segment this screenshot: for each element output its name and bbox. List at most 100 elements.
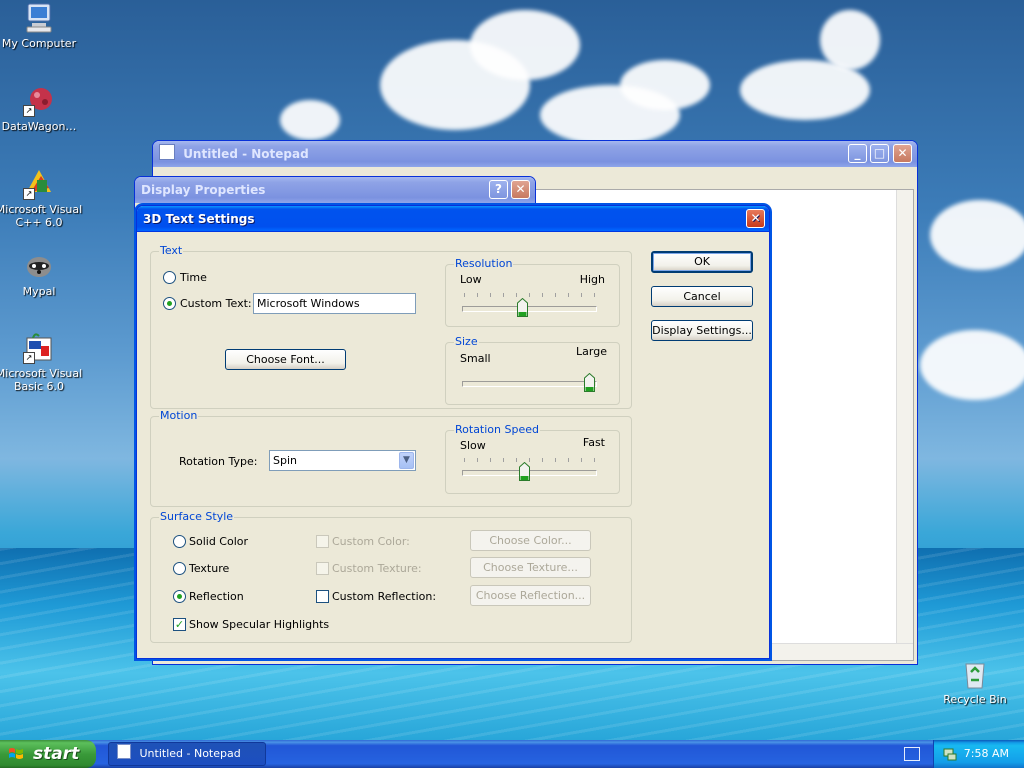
motion-group: Motion Rotation Type: Spin ▼ Rotation Sp… bbox=[150, 409, 632, 507]
desktop: My Computer ↗ DataWagon… ↗ Microsoft Vis… bbox=[0, 0, 1024, 740]
close-button[interactable]: ✕ bbox=[511, 180, 530, 199]
desktop-icon-mypal[interactable]: Mypal bbox=[0, 250, 84, 298]
desktop-icon-recycle-bin[interactable]: Recycle Bin bbox=[930, 658, 1020, 706]
custom-color-label: Custom Color: bbox=[332, 535, 410, 548]
time-radio[interactable] bbox=[163, 271, 176, 284]
time-label: Time bbox=[180, 271, 207, 284]
show-specular-highlights-label: Show Specular Highlights bbox=[189, 618, 330, 631]
3d-text-settings-dialog[interactable]: 3D Text Settings ✕ Text Time Custom Text… bbox=[136, 205, 770, 659]
ok-button[interactable]: OK bbox=[651, 251, 753, 273]
desktop-icon-label: My Computer bbox=[1, 37, 77, 50]
reflection-radio[interactable] bbox=[173, 590, 186, 603]
clock[interactable]: 7:58 AM bbox=[964, 747, 1009, 760]
choose-color-button[interactable]: Choose Color... bbox=[470, 530, 591, 551]
datawagon-icon: ↗ bbox=[23, 85, 55, 117]
choose-font-button[interactable]: Choose Font... bbox=[225, 349, 346, 370]
cloud bbox=[470, 10, 580, 80]
computer-icon bbox=[23, 2, 55, 34]
cloud bbox=[820, 10, 880, 70]
size-small-label: Small bbox=[460, 352, 491, 365]
size-slider-thumb[interactable] bbox=[584, 372, 595, 392]
resolution-track bbox=[462, 306, 597, 312]
desktop-icon-my-computer[interactable]: My Computer bbox=[0, 2, 84, 50]
solid-color-label: Solid Color bbox=[189, 535, 249, 548]
minimize-button[interactable]: _ bbox=[848, 144, 867, 163]
surface-style-legend: Surface Style bbox=[159, 510, 235, 523]
vertical-scrollbar[interactable] bbox=[896, 190, 913, 644]
start-button[interactable]: start bbox=[0, 740, 96, 768]
custom-texture-checkbox[interactable] bbox=[316, 562, 329, 575]
notepad-icon bbox=[117, 744, 131, 759]
cancel-button[interactable]: Cancel bbox=[651, 286, 753, 307]
shortcut-arrow-icon: ↗ bbox=[23, 188, 35, 200]
custom-text-radio[interactable] bbox=[163, 297, 176, 310]
taskbar: start Untitled - Notepad 7:58 AM bbox=[0, 740, 1024, 768]
custom-text-label: Custom Text: bbox=[180, 297, 252, 310]
custom-reflection-checkbox[interactable] bbox=[316, 590, 329, 603]
notepad-icon bbox=[159, 144, 175, 160]
rotation-speed-fast-label: Fast bbox=[582, 436, 605, 449]
start-label: start bbox=[33, 744, 80, 764]
chevron-down-icon[interactable]: ▼ bbox=[399, 452, 414, 469]
visual-basic-icon: ↗ bbox=[23, 332, 55, 364]
display-properties-titlebar[interactable]: Display Properties ? ✕ bbox=[135, 177, 535, 203]
custom-texture-label: Custom Texture: bbox=[332, 562, 422, 575]
dialog-titlebar[interactable]: 3D Text Settings ✕ bbox=[137, 206, 769, 232]
size-legend: Size bbox=[454, 335, 479, 348]
custom-color-checkbox[interactable] bbox=[316, 535, 329, 548]
maximize-button[interactable]: □ bbox=[870, 144, 889, 163]
size-large-label: Large bbox=[576, 345, 607, 358]
cloud bbox=[930, 200, 1024, 270]
rotation-type-select[interactable]: Spin ▼ bbox=[269, 450, 416, 471]
rotation-type-label: Rotation Type: bbox=[179, 455, 258, 468]
texture-radio[interactable] bbox=[173, 562, 186, 575]
desktop-icon-label: Mypal bbox=[22, 285, 56, 298]
window-title: Untitled - Notepad bbox=[183, 147, 309, 161]
choose-reflection-button[interactable]: Choose Reflection... bbox=[470, 585, 591, 606]
window-title: Display Properties bbox=[141, 183, 266, 197]
recycle-bin-icon bbox=[959, 658, 991, 690]
resolution-group: Resolution Low High bbox=[445, 257, 620, 327]
surface-style-group: Surface Style Solid Color Texture Reflec… bbox=[150, 510, 632, 643]
desktop-icon-label: Recycle Bin bbox=[943, 693, 1007, 706]
cloud bbox=[280, 100, 340, 140]
desktop-icon-datawagon[interactable]: ↗ DataWagon… bbox=[0, 85, 84, 133]
size-group: Size Small Large bbox=[445, 335, 620, 405]
resolution-legend: Resolution bbox=[454, 257, 514, 270]
dialog-title: 3D Text Settings bbox=[143, 212, 255, 226]
texture-label: Texture bbox=[189, 562, 230, 575]
help-button[interactable]: ? bbox=[489, 180, 508, 199]
taskbar-button-notepad[interactable]: Untitled - Notepad bbox=[108, 742, 266, 766]
system-tray: 7:58 AM bbox=[933, 740, 1024, 768]
cloud bbox=[920, 330, 1024, 400]
show-specular-highlights-checkbox[interactable]: ✓ bbox=[173, 618, 186, 631]
taskbar-button-label: Untitled - Notepad bbox=[139, 747, 241, 760]
shortcut-arrow-icon: ↗ bbox=[23, 105, 35, 117]
desktop-icon-visual-cpp[interactable]: ↗ Microsoft Visual C++ 6.0 bbox=[0, 168, 84, 229]
resolution-slider-thumb[interactable] bbox=[516, 297, 528, 317]
text-group: Text Time Custom Text: Microsoft Windows… bbox=[150, 244, 632, 409]
rotation-speed-legend: Rotation Speed bbox=[454, 423, 540, 436]
desktop-icon-label: DataWagon… bbox=[1, 120, 77, 133]
network-icon[interactable] bbox=[942, 746, 958, 762]
windows-logo-icon bbox=[9, 748, 23, 759]
resolution-high-label: High bbox=[579, 273, 605, 286]
display-settings-button[interactable]: Display Settings... bbox=[651, 320, 753, 341]
cloud bbox=[620, 60, 710, 110]
desktop-icon-visual-basic[interactable]: ↗ Microsoft Visual Basic 6.0 bbox=[0, 332, 84, 393]
choose-texture-button[interactable]: Choose Texture... bbox=[470, 557, 591, 578]
reflection-label: Reflection bbox=[189, 590, 244, 603]
rotation-speed-slider-thumb[interactable] bbox=[519, 461, 531, 481]
close-button[interactable]: ✕ bbox=[746, 209, 765, 228]
raccoon-icon bbox=[23, 250, 55, 282]
shortcut-arrow-icon: ↗ bbox=[23, 352, 35, 364]
close-button[interactable]: ✕ bbox=[893, 144, 912, 163]
keyboard-icon[interactable] bbox=[904, 747, 920, 761]
custom-text-input[interactable]: Microsoft Windows bbox=[253, 293, 416, 314]
rotation-speed-group: Rotation Speed Slow Fast bbox=[445, 423, 620, 494]
motion-legend: Motion bbox=[159, 409, 199, 422]
notepad-titlebar[interactable]: Untitled - Notepad _ □ ✕ bbox=[153, 141, 917, 167]
resolution-low-label: Low bbox=[460, 273, 482, 286]
resolution-ticks bbox=[464, 293, 595, 297]
solid-color-radio[interactable] bbox=[173, 535, 186, 548]
